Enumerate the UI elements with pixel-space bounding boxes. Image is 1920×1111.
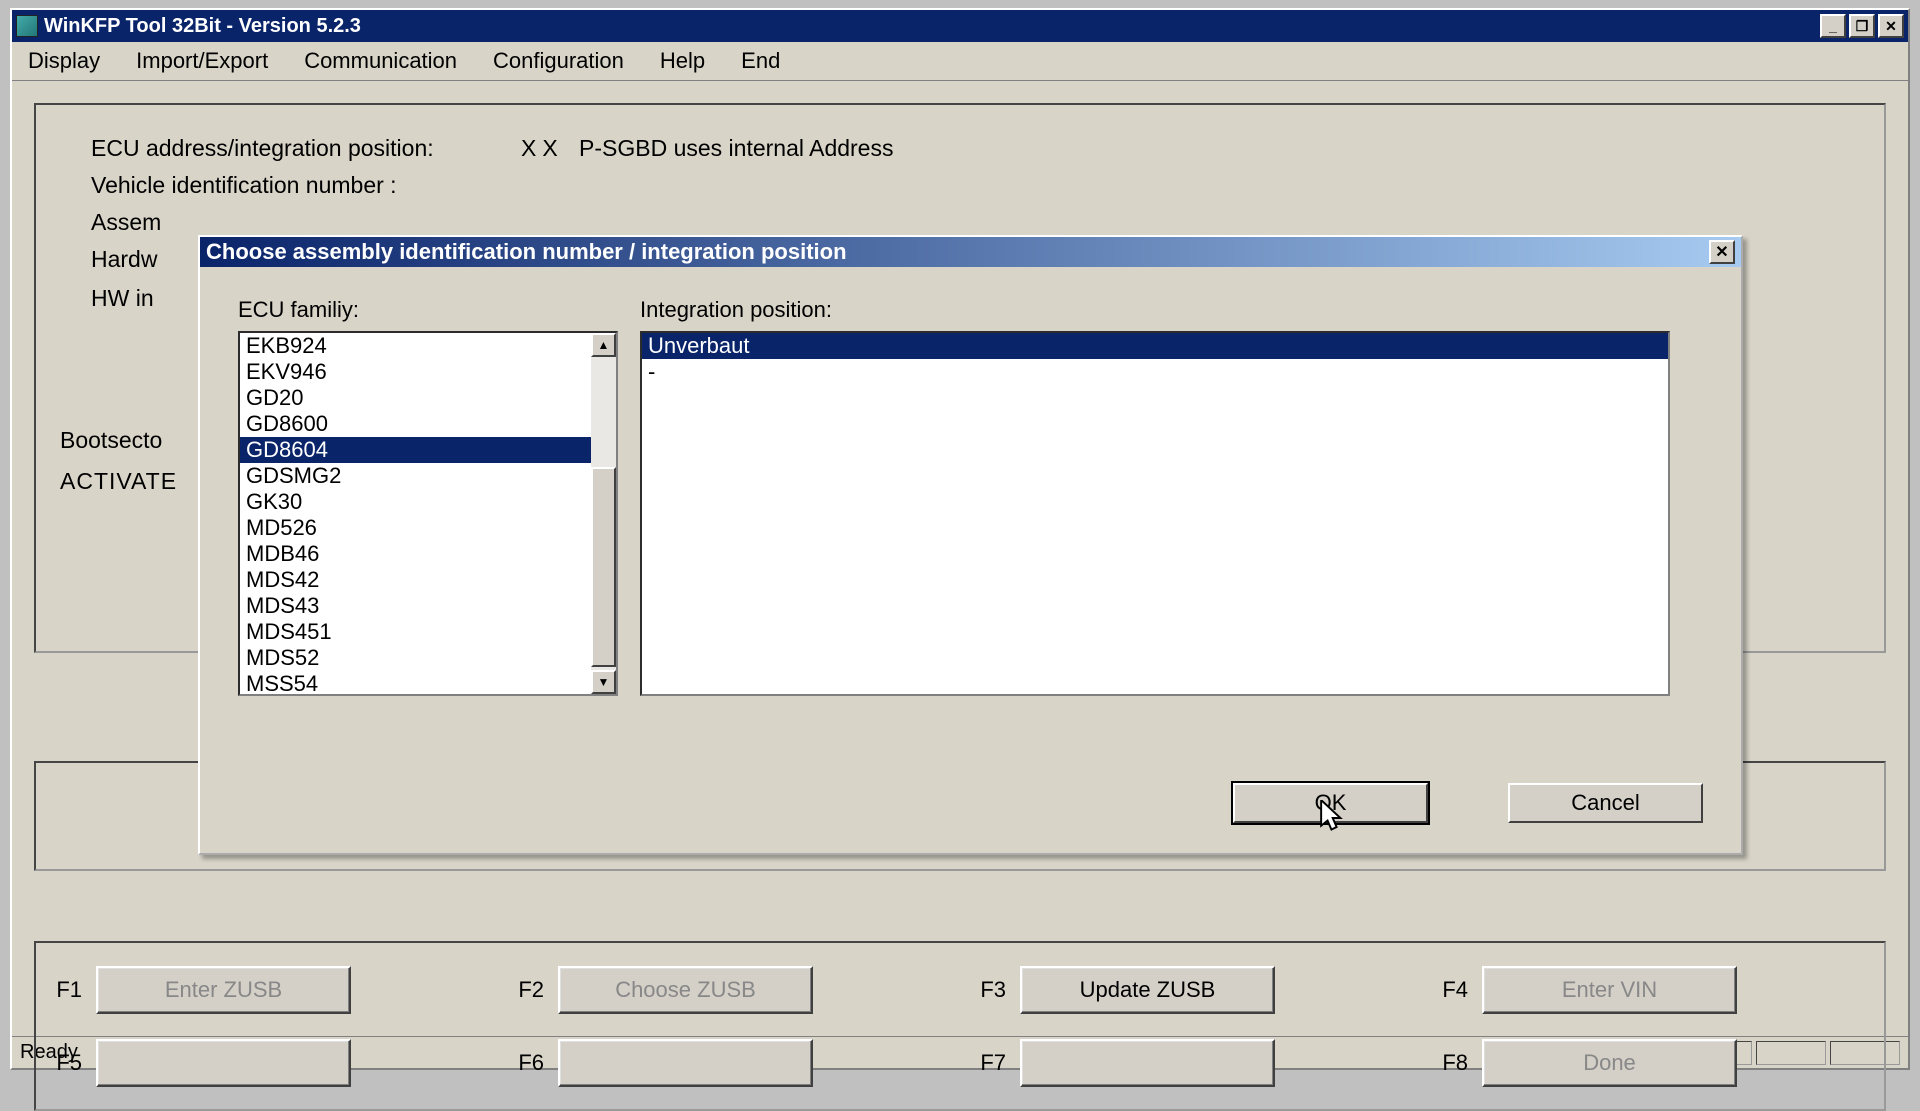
fkey-label: F6 <box>499 1050 544 1076</box>
fkey-group-f1: F1 Enter ZUSB <box>37 966 497 1014</box>
enter-vin-button[interactable]: Enter VIN <box>1482 966 1737 1014</box>
ok-button[interactable]: OK <box>1233 783 1428 823</box>
hwin-label: HW in <box>91 285 154 312</box>
integration-position-label: Integration position: <box>640 297 1670 323</box>
fkey-label: F7 <box>961 1050 1006 1076</box>
dialog-title: Choose assembly identification number / … <box>206 239 1709 265</box>
scroll-up-button[interactable]: ▲ <box>591 333 616 357</box>
menu-display[interactable]: Display <box>24 46 104 76</box>
menu-importexport[interactable]: Import/Export <box>132 46 272 76</box>
ecu-addr-msg: P-SGBD uses internal Address <box>579 135 893 162</box>
dialog-body: ECU familiy: EKB924EKV946GD20GD8600GD860… <box>200 267 1741 853</box>
list-item[interactable]: - <box>642 359 1668 385</box>
fkey-label: F8 <box>1423 1050 1468 1076</box>
scroll-track[interactable] <box>591 357 616 670</box>
dialog-close-button[interactable]: ✕ <box>1709 240 1735 264</box>
menu-help[interactable]: Help <box>656 46 709 76</box>
list-item[interactable]: EKV946 <box>240 359 591 385</box>
maximize-button[interactable]: ❐ <box>1849 14 1875 38</box>
dialog-titlebar: Choose assembly identification number / … <box>200 237 1741 267</box>
vin-label: Vehicle identification number : <box>91 172 521 199</box>
fkey-label: F4 <box>1423 977 1468 1003</box>
list-item[interactable]: MSS54 <box>240 671 591 694</box>
fkey-label: F5 <box>37 1050 82 1076</box>
titlebar-buttons: _ ❐ ✕ <box>1820 14 1904 38</box>
hardw-label: Hardw <box>91 246 157 273</box>
update-zusb-button[interactable]: Update ZUSB <box>1020 966 1275 1014</box>
list-item[interactable]: MDS451 <box>240 619 591 645</box>
list-item[interactable]: GD20 <box>240 385 591 411</box>
menu-end[interactable]: End <box>737 46 784 76</box>
window-title: WinKFP Tool 32Bit - Version 5.2.3 <box>44 15 1820 38</box>
list-item[interactable]: MDS43 <box>240 593 591 619</box>
choose-assembly-dialog: Choose assembly identification number / … <box>198 235 1743 855</box>
fkey-group-f3: F3 Update ZUSB <box>961 966 1421 1014</box>
list-item[interactable]: MDS42 <box>240 567 591 593</box>
assem-label: Assem <box>91 209 161 236</box>
fkey-group-f2: F2 Choose ZUSB <box>499 966 959 1014</box>
ecu-family-listbox[interactable]: EKB924EKV946GD20GD8600GD8604GDSMG2GK30MD… <box>238 331 618 696</box>
activate-label-vis: ACTIVATE <box>60 468 177 495</box>
titlebar: WinKFP Tool 32Bit - Version 5.2.3 _ ❐ ✕ <box>12 10 1908 42</box>
menu-configuration[interactable]: Configuration <box>489 46 628 76</box>
list-item[interactable]: Unverbaut <box>642 333 1668 359</box>
scroll-down-button[interactable]: ▼ <box>591 670 616 694</box>
fkey-label: F2 <box>499 977 544 1003</box>
menubar: Display Import/Export Communication Configu… <box>12 42 1908 81</box>
cancel-button[interactable]: Cancel <box>1508 783 1703 823</box>
fkey-group-f5: F5 <box>37 1039 497 1087</box>
fkey-label: F1 <box>37 977 82 1003</box>
list-item[interactable]: MDB46 <box>240 541 591 567</box>
integration-position-listbox[interactable]: Unverbaut- <box>640 331 1670 696</box>
close-button[interactable]: ✕ <box>1878 14 1904 38</box>
fkey-group-f6: F6 <box>499 1039 959 1087</box>
enter-zusb-button[interactable]: Enter ZUSB <box>96 966 351 1014</box>
empty-button[interactable] <box>1020 1039 1275 1087</box>
scrollbar[interactable]: ▲ ▼ <box>591 333 616 694</box>
ecu-addr-xx: XX <box>521 135 579 162</box>
minimize-button[interactable]: _ <box>1820 14 1846 38</box>
app-icon <box>16 15 38 37</box>
list-item[interactable]: GK30 <box>240 489 591 515</box>
list-item[interactable]: MDS52 <box>240 645 591 671</box>
fkey-label: F3 <box>961 977 1006 1003</box>
scroll-thumb[interactable] <box>591 467 616 667</box>
menu-communication[interactable]: Communication <box>300 46 461 76</box>
list-item[interactable]: GD8600 <box>240 411 591 437</box>
list-item[interactable]: MD526 <box>240 515 591 541</box>
fkey-group-f4: F4 Enter VIN <box>1423 966 1883 1014</box>
choose-zusb-button[interactable]: Choose ZUSB <box>558 966 813 1014</box>
boot-label-vis: Bootsecto <box>60 427 162 454</box>
done-button[interactable]: Done <box>1482 1039 1737 1087</box>
empty-button[interactable] <box>558 1039 813 1087</box>
fkey-group-f7: F7 <box>961 1039 1421 1087</box>
fkey-group-f8: F8 Done <box>1423 1039 1883 1087</box>
ecu-addr-label: ECU address/integration position: <box>91 135 521 162</box>
empty-button[interactable] <box>96 1039 351 1087</box>
function-keys-frame: F1 Enter ZUSB F2 Choose ZUSB F3 Update ZUSB F4… <box>34 941 1886 1111</box>
ecu-family-label: ECU familiy: <box>238 297 618 323</box>
list-item[interactable]: GD8604 <box>240 437 591 463</box>
list-item[interactable]: EKB924 <box>240 333 591 359</box>
list-item[interactable]: GDSMG2 <box>240 463 591 489</box>
